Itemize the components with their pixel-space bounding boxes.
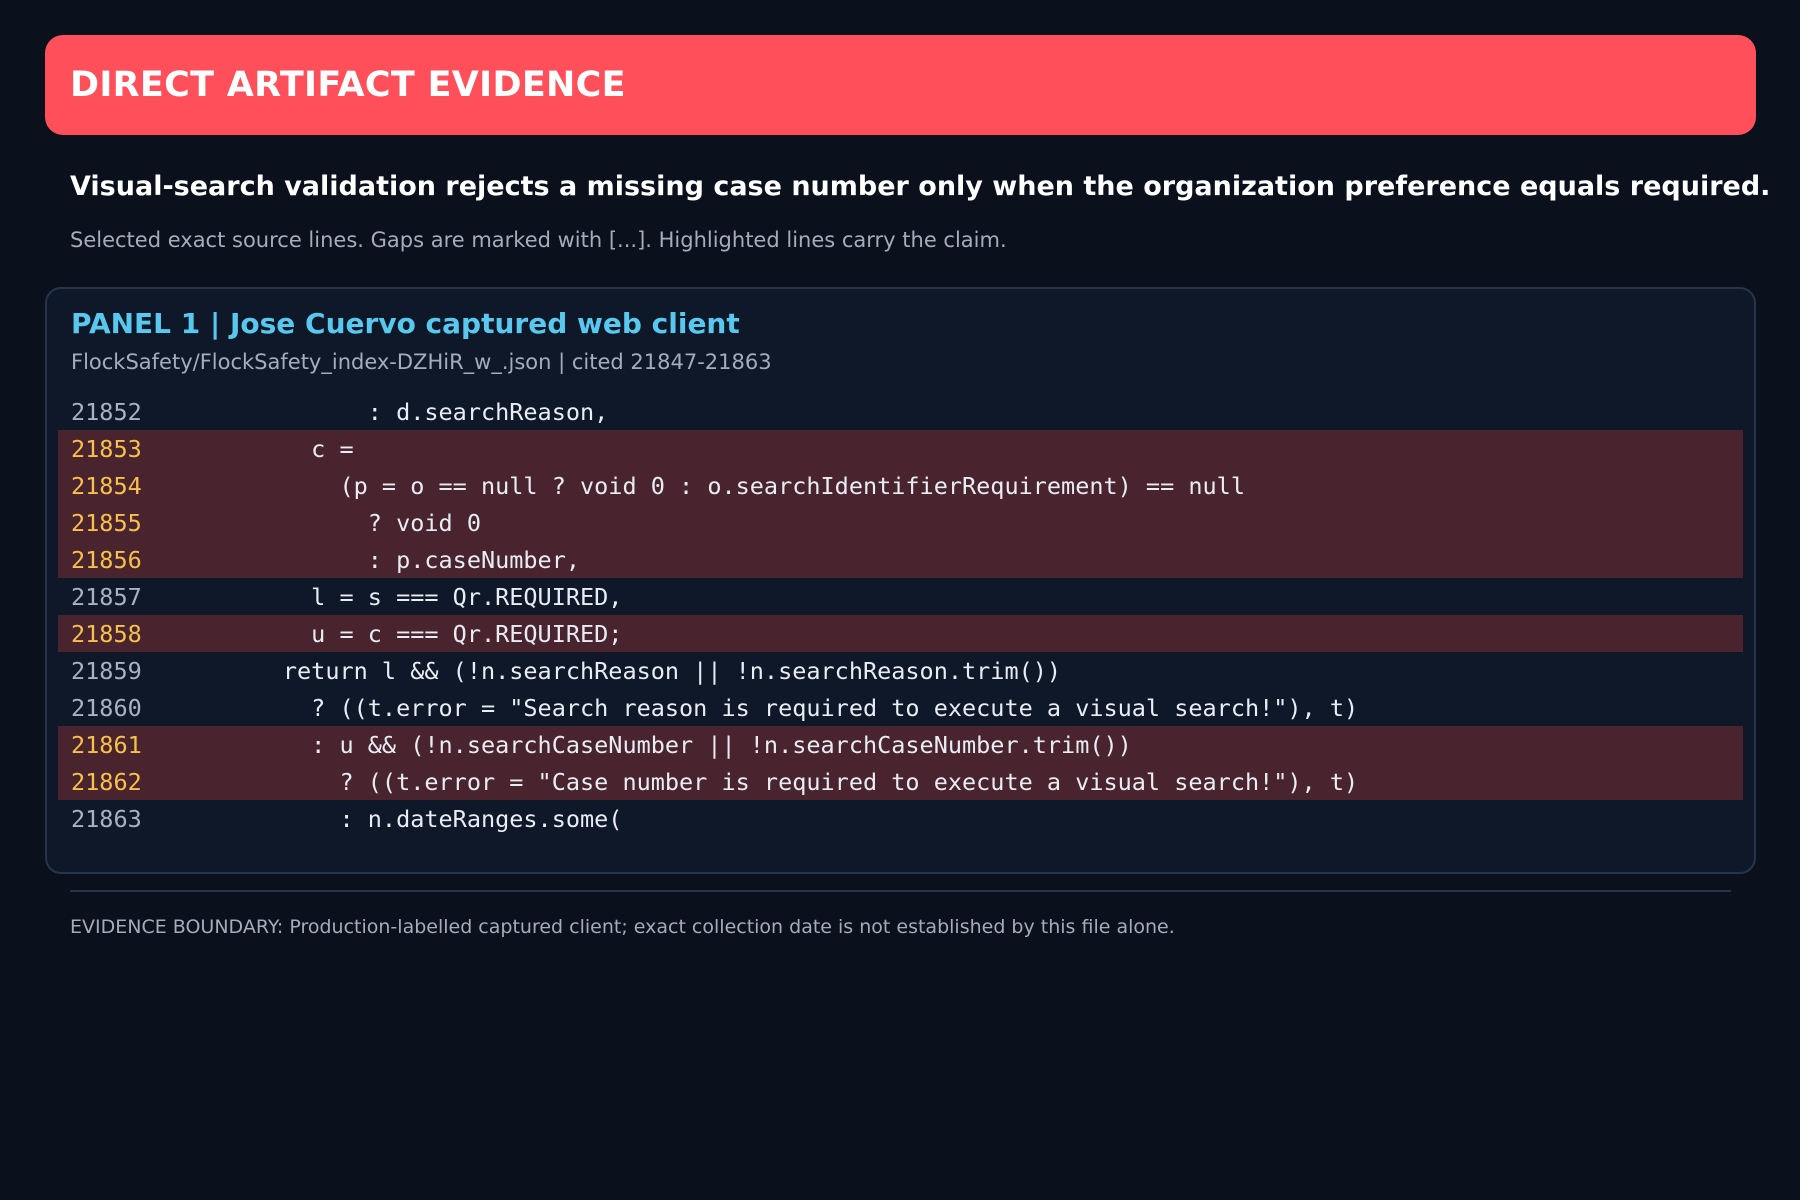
line-source: (p = o == null ? void 0 : o.searchIdenti… [198, 471, 1245, 500]
evidence-boundary-note: EVIDENCE BOUNDARY: Production-labelled c… [70, 916, 1175, 938]
line-source: c = [198, 434, 354, 463]
line-number: 21858 [71, 619, 142, 648]
banner-title: DIRECT ARTIFACT EVIDENCE [70, 65, 626, 105]
panel-source-citation: FlockSafety/FlockSafety_index-DZHiR_w_.j… [71, 350, 772, 374]
evidence-panel: PANEL 1 | Jose Cuervo captured web clien… [45, 287, 1756, 874]
code-line: 21863 : n.dateRanges.some( [58, 800, 1743, 837]
line-number: 21853 [71, 434, 142, 463]
code-line-highlighted: 21861 : u && (!n.searchCaseNumber || !n.… [58, 726, 1743, 763]
line-source: l = s === Qr.REQUIRED, [198, 582, 623, 611]
code-line: 21860 ? ((t.error = "Search reason is re… [58, 689, 1743, 726]
code-line: 21857 l = s === Qr.REQUIRED, [58, 578, 1743, 615]
line-source: return l && (!n.searchReason || !n.searc… [198, 656, 1062, 685]
code-line-highlighted: 21856 : p.caseNumber, [58, 541, 1743, 578]
line-source: : n.dateRanges.some( [198, 804, 623, 833]
line-number: 21860 [71, 693, 142, 722]
divider [70, 890, 1731, 892]
panel-title: PANEL 1 | Jose Cuervo captured web clien… [71, 307, 740, 340]
selection-note: Selected exact source lines. Gaps are ma… [70, 228, 1007, 252]
line-number: 21863 [71, 804, 142, 833]
code-line-highlighted: 21862 ? ((t.error = "Case number is requ… [58, 763, 1743, 800]
line-number: 21859 [71, 656, 142, 685]
line-number: 21856 [71, 545, 142, 574]
code-line-highlighted: 21854 (p = o == null ? void 0 : o.search… [58, 467, 1743, 504]
code-listing: 21852 : d.searchReason, 21853 c = 21854 (p… [58, 393, 1743, 837]
code-line-highlighted: 21855 ? void 0 [58, 504, 1743, 541]
line-source: ? void 0 [198, 508, 481, 537]
line-number: 21852 [71, 397, 142, 426]
line-source: : d.searchReason, [198, 397, 609, 426]
line-source: ? ((t.error = "Case number is required t… [198, 767, 1359, 796]
code-line-highlighted: 21853 c = [58, 430, 1743, 467]
line-number: 21857 [71, 582, 142, 611]
code-line: 21852 : d.searchReason, [58, 393, 1743, 430]
code-line-highlighted: 21858 u = c === Qr.REQUIRED; [58, 615, 1743, 652]
line-source: : u && (!n.searchCaseNumber || !n.search… [198, 730, 1132, 759]
line-source: : p.caseNumber, [198, 545, 581, 574]
code-line: 21859 return l && (!n.searchReason || !n… [58, 652, 1743, 689]
line-source: ? ((t.error = "Search reason is required… [198, 693, 1359, 722]
line-number: 21861 [71, 730, 142, 759]
line-source: u = c === Qr.REQUIRED; [198, 619, 623, 648]
line-number: 21854 [71, 471, 142, 500]
claim-heading: Visual-search validation rejects a missi… [70, 171, 1771, 202]
line-number: 21855 [71, 508, 142, 537]
line-number: 21862 [71, 767, 142, 796]
evidence-banner: DIRECT ARTIFACT EVIDENCE [45, 35, 1756, 135]
